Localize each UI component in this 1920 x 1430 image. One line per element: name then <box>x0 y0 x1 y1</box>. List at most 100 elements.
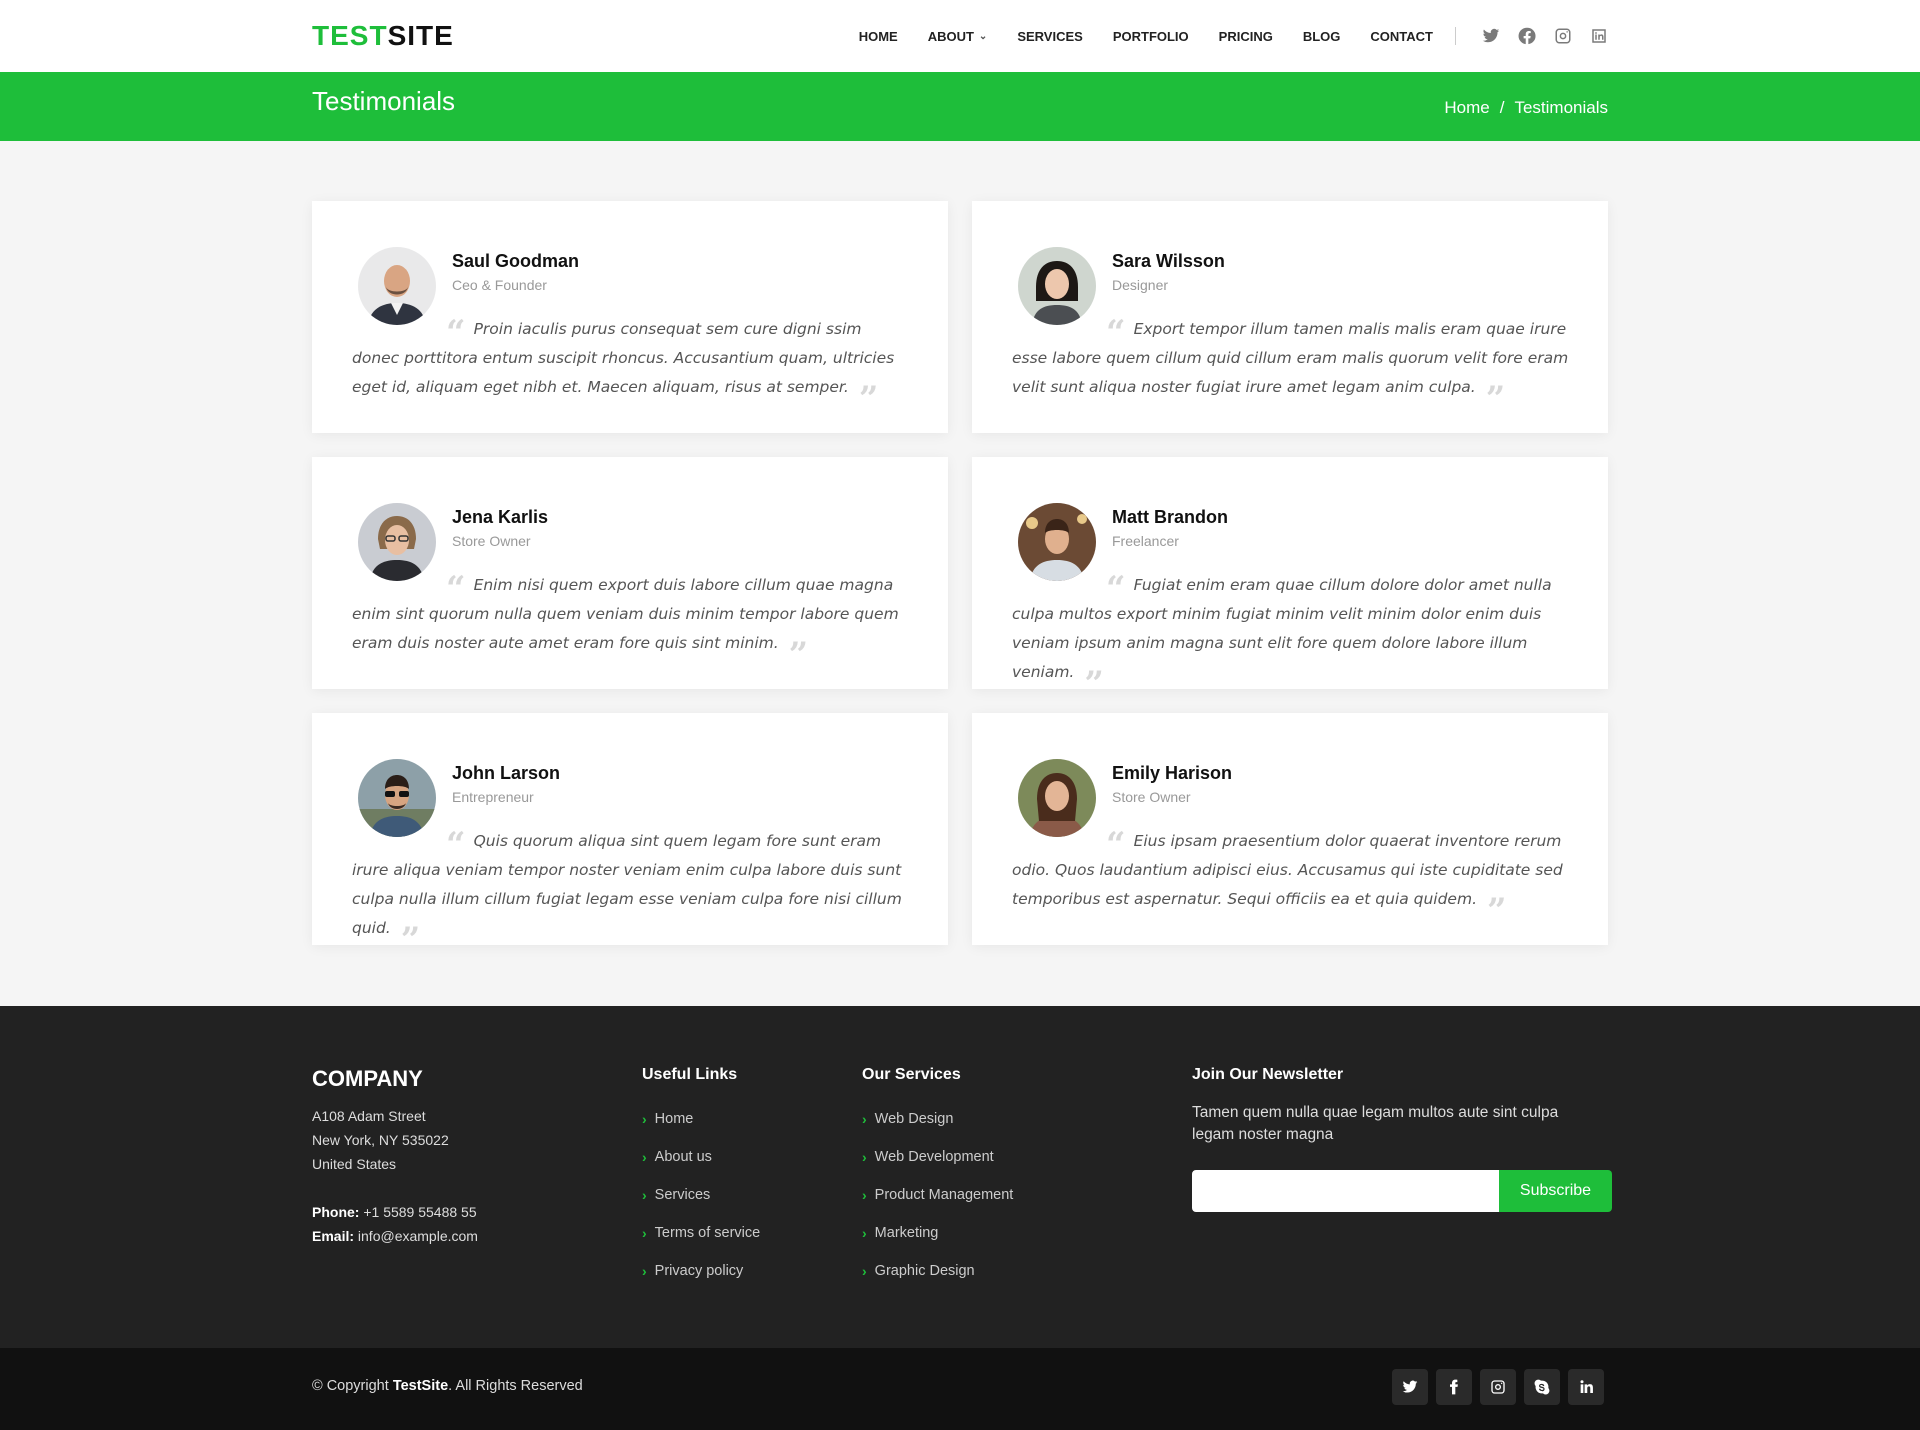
footer-link-home[interactable]: › Home <box>642 1100 760 1138</box>
newsletter-email-input[interactable] <box>1192 1170 1499 1212</box>
instagram-icon[interactable] <box>1554 27 1572 45</box>
nav-about[interactable]: ABOUT ⌄ <box>928 29 988 44</box>
nav-portfolio[interactable]: PORTFOLIO <box>1113 29 1189 44</box>
site-header: TESTSITE HOME ABOUT ⌄ SERVICES PORTFOLIO … <box>0 0 1920 72</box>
footer-services: Our Services › Web Design › Web Developmen… <box>862 1066 1013 1290</box>
testimonial-name: John Larson <box>452 763 561 783</box>
quote-close-icon: ” <box>1487 891 1507 931</box>
footer-service-label: Product Management <box>874 1187 1014 1203</box>
testimonial-name: Emily Harison <box>1112 763 1233 783</box>
footer-link-label: About us <box>654 1149 712 1165</box>
logo-accent-text: TEST <box>312 20 388 51</box>
facebook-icon[interactable] <box>1518 27 1536 45</box>
chevron-right-icon: › <box>862 1263 867 1279</box>
facebook-icon[interactable] <box>1436 1369 1472 1405</box>
footer-social-links <box>1384 1369 1604 1405</box>
breadcrumb: Home / Testimonials <box>1444 98 1608 118</box>
nav-pricing[interactable]: PRICING <box>1219 29 1273 44</box>
footer-address-line2: New York, NY 535022 <box>312 1132 449 1148</box>
testimonial-role: Entrepreneur <box>452 789 534 805</box>
newsletter-text: Tamen quem nulla quae legam multos aute … <box>1192 1104 1559 1143</box>
footer-company-title: COMPANY <box>312 1066 423 1091</box>
copyright-suffix: . All Rights Reserved <box>448 1378 583 1394</box>
testimonial-quote: Export tempor illum tamen malis malis er… <box>1012 320 1569 396</box>
testimonial-quote: Proin iaculis purus consequat sem cure d… <box>352 320 895 396</box>
testimonial-role: Store Owner <box>1112 789 1191 805</box>
chevron-right-icon: › <box>862 1225 867 1241</box>
avatar <box>358 503 436 581</box>
footer-service-product-management[interactable]: › Product Management <box>862 1176 1013 1214</box>
chevron-right-icon: › <box>642 1111 647 1127</box>
site-logo[interactable]: TESTSITE <box>312 20 454 52</box>
footer-email-value: info@example.com <box>357 1228 478 1244</box>
quote-close-icon: ” <box>1485 379 1506 419</box>
footer-link-label: Home <box>654 1111 694 1127</box>
instagram-icon[interactable] <box>1480 1369 1516 1405</box>
testimonial-role: Freelancer <box>1112 533 1179 549</box>
quote-open-icon: “ <box>446 313 466 353</box>
page-title: Testimonials <box>312 86 456 116</box>
newsletter-form: Subscribe <box>1192 1170 1612 1212</box>
footer-company: COMPANY A108 Adam Street New York, NY 53… <box>312 1066 478 1248</box>
testimonial-card: Sara Wilsson Designer “Export tempor ill… <box>972 201 1608 433</box>
linkedin-icon[interactable] <box>1568 1369 1604 1405</box>
nav-services[interactable]: SERVICES <box>1017 29 1083 44</box>
quote-open-icon: “ <box>446 569 466 609</box>
footer-address-line1: A108 Adam Street <box>312 1108 426 1124</box>
testimonial-text: “Eius ipsam praesentium dolor quaerat in… <box>1012 825 1572 928</box>
newsletter-title: Join Our Newsletter <box>1192 1066 1344 1083</box>
avatar <box>1018 503 1096 581</box>
quote-close-icon: ” <box>1084 664 1104 704</box>
testimonial-name: Jena Karlis <box>452 507 549 527</box>
testimonial-text: “Proin iaculis purus consequat sem cure … <box>352 313 912 416</box>
quote-open-icon: “ <box>1106 313 1126 353</box>
avatar <box>358 247 436 325</box>
footer-address-line3: United States <box>312 1156 397 1172</box>
twitter-icon[interactable] <box>1482 27 1500 45</box>
testimonial-role: Store Owner <box>452 533 531 549</box>
testimonials-grid: Saul Goodman Ceo & Founder “Proin iaculi… <box>312 201 1608 957</box>
subscribe-button[interactable]: Subscribe <box>1499 1170 1612 1212</box>
chevron-right-icon: › <box>862 1149 867 1165</box>
logo-text: SITE <box>387 20 454 51</box>
nav-contact[interactable]: CONTACT <box>1370 29 1433 44</box>
breadcrumb-home[interactable]: Home <box>1444 98 1489 118</box>
copyright-prefix: © Copyright <box>312 1378 389 1394</box>
page-title-bar: Testimonials Home / Testimonials <box>0 72 1920 141</box>
testimonial-name: Matt Brandon <box>1112 507 1228 527</box>
quote-close-icon: ” <box>788 635 809 675</box>
footer-useful-links: Useful Links › Home › About us › Services ›… <box>642 1066 760 1290</box>
footer-link-about[interactable]: › About us <box>642 1138 760 1176</box>
footer-service-label: Web Development <box>874 1149 994 1165</box>
testimonial-card: Matt Brandon Freelancer “Fugiat enim era… <box>972 457 1608 701</box>
footer-phone-value: +1 5589 55488 55 <box>363 1204 477 1220</box>
linkedin-icon[interactable] <box>1590 27 1608 45</box>
footer-service-marketing[interactable]: › Marketing <box>862 1214 1013 1252</box>
testimonial-text: “Fugiat enim eram quae cillum dolore dol… <box>1012 571 1572 701</box>
footer-service-web-design[interactable]: › Web Design <box>862 1100 1013 1138</box>
footer-service-label: Graphic Design <box>874 1263 975 1279</box>
testimonial-name: Saul Goodman <box>452 251 580 271</box>
footer-bottom-bar: © Copyright TestSite. All Rights Reserve… <box>0 1348 1920 1430</box>
nav-home[interactable]: HOME <box>859 29 898 44</box>
footer-link-terms[interactable]: › Terms of service <box>642 1214 760 1252</box>
quote-open-icon: “ <box>1106 825 1126 865</box>
twitter-icon[interactable] <box>1392 1369 1428 1405</box>
footer-link-services[interactable]: › Services <box>642 1176 760 1214</box>
footer-service-graphic-design[interactable]: › Graphic Design <box>862 1252 1013 1290</box>
skype-icon[interactable] <box>1524 1369 1560 1405</box>
testimonial-quote: Enim nisi quem export duis labore cillum… <box>352 576 899 652</box>
chevron-down-icon: ⌄ <box>978 30 988 42</box>
footer-email: Email: info@example.com <box>312 1224 478 1248</box>
footer-link-privacy[interactable]: › Privacy policy <box>642 1252 760 1290</box>
main-nav: HOME ABOUT ⌄ SERVICES PORTFOLIO PRICING B… <box>829 0 1608 72</box>
nav-blog[interactable]: BLOG <box>1303 29 1341 44</box>
footer-service-web-development[interactable]: › Web Development <box>862 1138 1013 1176</box>
footer-service-label: Marketing <box>874 1225 939 1241</box>
testimonial-card: Emily Harison Store Owner “Eius ipsam pr… <box>972 713 1608 945</box>
footer-service-label: Web Design <box>874 1111 954 1127</box>
chevron-right-icon: › <box>862 1111 867 1127</box>
footer-newsletter: Join Our Newsletter Tamen quem nulla qua… <box>1192 1066 1612 1212</box>
quote-close-icon: ” <box>858 379 879 419</box>
chevron-right-icon: › <box>862 1187 867 1203</box>
